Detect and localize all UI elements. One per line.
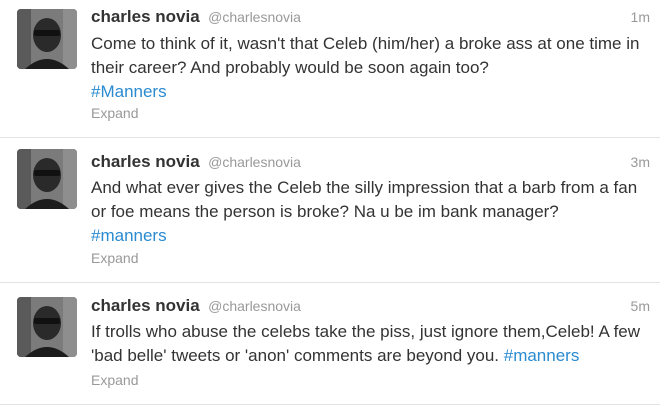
hashtag-link[interactable]: #Manners (91, 82, 167, 101)
user-avatar-icon (17, 9, 77, 69)
fullname[interactable]: charles novia (91, 152, 200, 171)
tweet-header: charles novia @charlesnovia 1m (91, 7, 650, 29)
timestamp[interactable]: 5m (631, 298, 650, 314)
tweet-text: And what ever gives the Celeb the silly … (91, 176, 656, 248)
timestamp[interactable]: 1m (631, 9, 650, 25)
fullname[interactable]: charles novia (91, 296, 200, 315)
avatar[interactable] (17, 297, 77, 357)
expand-link[interactable]: Expand (91, 372, 138, 388)
tweet-header: charles novia @charlesnovia 5m (91, 296, 650, 318)
hashtag-link[interactable]: #manners (504, 346, 580, 365)
divider (0, 404, 660, 405)
avatar[interactable] (17, 149, 77, 209)
hashtag-link[interactable]: #manners (91, 226, 167, 245)
tweet-item[interactable]: charles novia @charlesnovia 1m Come to t… (0, 0, 660, 137)
tweet-body: Come to think of it, wasn't that Celeb (… (91, 34, 640, 77)
username[interactable]: @charlesnovia (208, 298, 301, 314)
tweet-text: Come to think of it, wasn't that Celeb (… (91, 32, 656, 104)
fullname[interactable]: charles novia (91, 7, 200, 26)
tweet-timeline: charles novia @charlesnovia 1m Come to t… (0, 0, 660, 410)
expand-link[interactable]: Expand (91, 250, 138, 266)
avatar[interactable] (17, 9, 77, 69)
username[interactable]: @charlesnovia (208, 9, 301, 25)
user-avatar-icon (17, 297, 77, 357)
tweet-text: If trolls who abuse the celebs take the … (91, 320, 656, 368)
expand-link[interactable]: Expand (91, 105, 138, 121)
tweet-item[interactable]: charles novia @charlesnovia 5m If trolls… (0, 282, 660, 404)
tweet-body: And what ever gives the Celeb the silly … (91, 178, 638, 221)
timestamp[interactable]: 3m (631, 154, 650, 170)
tweet-header: charles novia @charlesnovia 3m (91, 152, 650, 174)
tweet-item[interactable]: charles novia @charlesnovia 3m And what … (0, 137, 660, 282)
username[interactable]: @charlesnovia (208, 154, 301, 170)
user-avatar-icon (17, 149, 77, 209)
